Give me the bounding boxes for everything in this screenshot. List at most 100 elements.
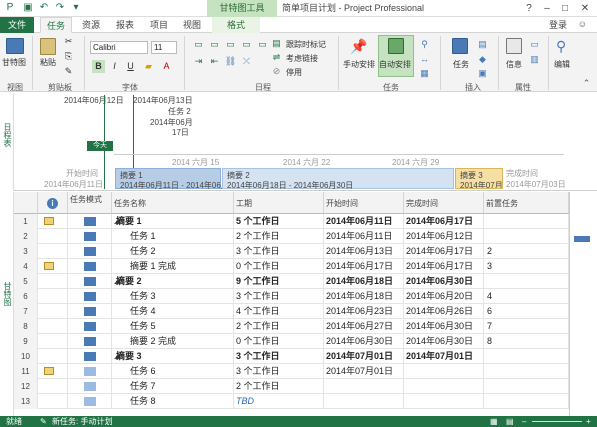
row-finish[interactable]: [404, 364, 484, 379]
row-finish[interactable]: [404, 379, 484, 394]
row-indicators[interactable]: [38, 379, 68, 394]
tab-format[interactable]: 格式: [212, 17, 260, 33]
row-duration[interactable]: 4 个工作日: [234, 304, 324, 319]
auto-schedule-icon[interactable]: [388, 38, 404, 54]
percent-100-icon[interactable]: ▭: [256, 38, 269, 51]
row-finish[interactable]: 2014年06月17日: [404, 244, 484, 259]
underline-button[interactable]: U: [124, 60, 137, 73]
table-row[interactable]: 10 摘要 33 个工作日 2014年07月01日 2014年07月01日 ◢: [14, 349, 569, 364]
tab-report[interactable]: 报表: [110, 17, 140, 33]
row-duration[interactable]: 2 个工作日: [234, 229, 324, 244]
gantt-chart-icon[interactable]: [6, 38, 24, 54]
note-icon[interactable]: [44, 217, 54, 225]
col-predecessors[interactable]: 前置任务: [484, 192, 569, 214]
row-start[interactable]: 2014年07月01日: [324, 364, 404, 379]
table-row[interactable]: 4 摘要 1 完成 0 个工作日 2014年06月17日 2014年06月17日 3: [14, 259, 569, 274]
row-start[interactable]: 2014年06月18日: [324, 274, 404, 289]
table-row[interactable]: 7 任务 44 个工作日 2014年06月23日 2014年06月26日 6: [14, 304, 569, 319]
redo-icon[interactable]: ↷: [54, 2, 66, 14]
link-icon[interactable]: ⛓: [224, 55, 237, 68]
col-finish[interactable]: 完成时间: [404, 192, 484, 214]
row-id[interactable]: 11: [14, 364, 38, 379]
row-indicators[interactable]: [38, 334, 68, 349]
row-task-name[interactable]: 摘要 1: [112, 214, 234, 229]
bold-button[interactable]: B: [92, 60, 105, 73]
row-start[interactable]: 2014年06月18日: [324, 289, 404, 304]
table-row[interactable]: 5 摘要 29 个工作日 2014年06月18日 2014年06月30日 ◢: [14, 274, 569, 289]
row-id[interactable]: 8: [14, 319, 38, 334]
row-predecessors[interactable]: [484, 379, 569, 394]
row-indicators[interactable]: [38, 274, 68, 289]
row-indicators[interactable]: [38, 289, 68, 304]
font-color-icon[interactable]: A: [160, 60, 173, 73]
col-start[interactable]: 开始时间: [324, 192, 404, 214]
zoom-out-icon[interactable]: –: [522, 416, 526, 427]
row-indicators[interactable]: [38, 244, 68, 259]
format-painter-icon[interactable]: ✎: [62, 65, 75, 78]
row-indicators[interactable]: [38, 229, 68, 244]
row-finish[interactable]: 2014年06月30日: [404, 334, 484, 349]
row-predecessors[interactable]: 8: [484, 334, 569, 349]
zoom-slider[interactable]: [532, 421, 582, 422]
row-start[interactable]: 2014年06月13日: [324, 244, 404, 259]
minimize-icon[interactable]: –: [538, 0, 556, 17]
italic-button[interactable]: I: [108, 60, 121, 73]
row-duration[interactable]: 0 个工作日: [234, 334, 324, 349]
row-predecessors[interactable]: 7: [484, 319, 569, 334]
note-icon[interactable]: [44, 262, 54, 270]
font-name-combo[interactable]: Calibri: [90, 41, 148, 54]
summary-icon[interactable]: ▤: [476, 38, 489, 51]
help-button[interactable]: ?: [520, 0, 538, 17]
find-icon[interactable]: ⚲: [556, 38, 572, 54]
row-indicators[interactable]: [38, 319, 68, 334]
percent-75-icon[interactable]: ▭: [240, 38, 253, 51]
row-id[interactable]: 2: [14, 229, 38, 244]
row-finish[interactable]: 2014年06月17日: [404, 214, 484, 229]
row-finish[interactable]: 2014年07月01日: [404, 349, 484, 364]
row-predecessors[interactable]: [484, 394, 569, 409]
paste-icon[interactable]: [40, 38, 56, 55]
row-duration[interactable]: 3 个工作日: [234, 364, 324, 379]
table-row[interactable]: 12 任务 72 个工作日: [14, 379, 569, 394]
row-predecessors[interactable]: [484, 229, 569, 244]
row-duration[interactable]: 9 个工作日: [234, 274, 324, 289]
deactivate-icon[interactable]: ⊘: [270, 65, 283, 78]
save-icon[interactable]: ▣: [22, 2, 34, 14]
col-task-mode[interactable]: 任务模式: [68, 192, 112, 214]
percent-0-icon[interactable]: ▭: [192, 38, 205, 51]
row-start[interactable]: [324, 379, 404, 394]
row-id[interactable]: 1: [14, 214, 38, 229]
row-start[interactable]: 2014年06月11日: [324, 214, 404, 229]
task-usage-icon[interactable]: ▤: [506, 416, 514, 427]
row-predecessors[interactable]: 2: [484, 244, 569, 259]
customize-toolbar-icon[interactable]: ▾: [70, 2, 82, 14]
timeline-bar-summary-2[interactable]: 摘要 2 2014年06月18日 - 2014年06月30日: [222, 168, 454, 190]
inspect-icon[interactable]: ⚲: [418, 38, 431, 51]
move-icon[interactable]: ↔: [418, 53, 431, 66]
row-task-name[interactable]: 摘要 2 完成: [112, 334, 234, 349]
collapse-ribbon-icon[interactable]: ⌃: [580, 77, 593, 90]
row-duration[interactable]: 2 个工作日: [234, 319, 324, 334]
row-predecessors[interactable]: 3: [484, 259, 569, 274]
details-icon[interactable]: ▥: [528, 53, 541, 66]
account-icon[interactable]: ☺: [578, 19, 587, 29]
insert-task-button[interactable]: 任务: [453, 59, 469, 70]
row-start[interactable]: 2014年06月30日: [324, 334, 404, 349]
track-mark-button[interactable]: 跟踪时标记: [286, 39, 326, 50]
table-row[interactable]: 1 摘要 15 个工作日 2014年06月11日 2014年06月17日 ◢: [14, 214, 569, 229]
edit-button[interactable]: 编辑: [554, 59, 570, 70]
row-predecessors[interactable]: [484, 349, 569, 364]
row-task-name[interactable]: 任务 1: [112, 229, 234, 244]
table-row[interactable]: 9 摘要 2 完成 0 个工作日 2014年06月30日 2014年06月30日 8: [14, 334, 569, 349]
zoom-in-icon[interactable]: +: [586, 416, 591, 427]
row-task-name[interactable]: 任务 3: [112, 289, 234, 304]
row-finish[interactable]: 2014年06月26日: [404, 304, 484, 319]
cut-icon[interactable]: ✂: [62, 35, 75, 48]
maximize-icon[interactable]: □: [556, 0, 574, 17]
outdent-icon[interactable]: ⇤: [208, 55, 221, 68]
information-icon[interactable]: [506, 38, 522, 54]
row-id[interactable]: 9: [14, 334, 38, 349]
tab-file[interactable]: 文件: [0, 17, 34, 33]
information-button[interactable]: 信息: [506, 59, 522, 70]
table-row[interactable]: 11 任务 63 个工作日 2014年07月01日: [14, 364, 569, 379]
